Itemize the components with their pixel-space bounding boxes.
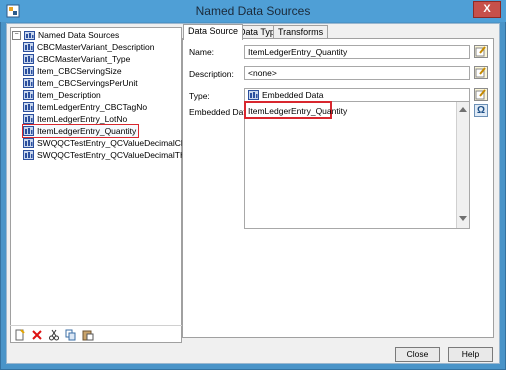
help-button[interactable]: Help — [448, 347, 493, 362]
tab-transforms[interactable]: Transforms — [273, 25, 329, 39]
tree-item[interactable]: Item_CBCServingSize — [23, 65, 122, 77]
embedded-data-value: ItemLedgerEntry_Quantity — [248, 106, 348, 116]
tab-label: Data Source — [188, 26, 239, 36]
name-label: Name: — [189, 47, 215, 57]
tree-item-label: CBCMasterVariant_Type — [37, 54, 131, 64]
description-browse-button[interactable] — [474, 66, 488, 79]
window-title: Named Data Sources — [195, 4, 311, 18]
tree-item[interactable]: CBCMasterVariant_Type — [23, 53, 130, 65]
tree-item-label: ItemLedgerEntry_LotNo — [37, 114, 128, 124]
edit-icon — [475, 46, 486, 57]
tab-label: Transforms — [278, 27, 324, 37]
delete-icon[interactable] — [31, 329, 43, 341]
type-field[interactable]: Embedded Data — [244, 88, 470, 102]
type-label: Type: — [189, 91, 210, 101]
edit-icon — [475, 89, 486, 100]
tree-item[interactable]: Item_CBCServingsPerUnit — [23, 77, 138, 89]
window-close-button[interactable]: X — [473, 1, 501, 18]
table-db-icon — [23, 54, 34, 64]
tree-item[interactable]: Item_Description — [23, 89, 101, 101]
table-db-icon — [23, 42, 34, 52]
tree-item-label: SWQQCTestEntry_QCValueDecimalCBD — [37, 138, 193, 148]
omega-icon: Ω — [476, 105, 486, 116]
description-field[interactable]: <none> — [244, 66, 470, 80]
tree-root[interactable]: − Named Data Sources — [12, 29, 119, 41]
scroll-down-icon[interactable] — [459, 216, 467, 221]
table-db-icon — [23, 90, 34, 100]
tree-item[interactable]: CBCMasterVariant_Description — [23, 41, 154, 53]
type-value: Embedded Data — [262, 90, 324, 100]
embedded-data-textarea[interactable] — [244, 101, 470, 229]
table-db-icon — [23, 126, 34, 136]
tree-item-label: Item_CBCServingSize — [37, 66, 122, 76]
copy-icon[interactable] — [65, 329, 77, 341]
name-browse-button[interactable] — [474, 45, 488, 58]
embedded-data-icon — [248, 90, 259, 100]
table-db-icon — [23, 138, 34, 148]
close-button[interactable]: Close — [395, 347, 440, 362]
name-field[interactable]: ItemLedgerEntry_Quantity — [244, 45, 470, 59]
tree-toolbar — [10, 325, 182, 343]
table-db-icon — [23, 102, 34, 112]
table-db-icon — [23, 150, 34, 160]
tree-item-label: SWQQCTestEntry_QCValueDecimalTHC — [37, 150, 193, 160]
close-icon: X — [483, 3, 491, 15]
type-browse-button[interactable] — [474, 88, 488, 101]
tree-item[interactable]: SWQQCTestEntry_QCValueDecimalCBD — [23, 137, 193, 149]
tree-item-label: Item_Description — [37, 90, 101, 100]
scroll-up-icon[interactable] — [459, 107, 467, 112]
tree-root-label: Named Data Sources — [38, 30, 120, 40]
cut-icon[interactable] — [48, 329, 60, 341]
new-icon[interactable] — [14, 328, 26, 341]
description-label: Description: — [189, 69, 234, 79]
table-db-icon — [23, 114, 34, 124]
tree-item-label: ItemLedgerEntry_CBCTagNo — [37, 102, 148, 112]
embedded-data-scrollbar[interactable] — [456, 102, 469, 228]
edit-icon — [475, 67, 486, 78]
tree-item-label: Item_CBCServingsPerUnit — [37, 78, 138, 88]
paste-icon[interactable] — [82, 329, 94, 341]
table-db-icon — [23, 78, 34, 88]
table-db-icon — [23, 66, 34, 76]
tree-item[interactable]: ItemLedgerEntry_CBCTagNo — [23, 101, 147, 113]
tree-item[interactable]: ItemLedgerEntry_Quantity — [21, 124, 140, 138]
collapse-icon[interactable]: − — [12, 30, 21, 40]
tab-data-source[interactable]: Data Source — [183, 24, 244, 40]
tree-item-label: ItemLedgerEntry_Quantity — [37, 126, 137, 136]
tree-item[interactable]: ItemLedgerEntry_LotNo — [23, 113, 127, 125]
tree-item[interactable]: SWQQCTestEntry_QCValueDecimalTHC — [23, 149, 192, 161]
tree-item-label: CBCMasterVariant_Description — [37, 42, 155, 52]
special-character-button[interactable]: Ω — [474, 104, 488, 117]
folder-db-icon — [24, 31, 35, 40]
